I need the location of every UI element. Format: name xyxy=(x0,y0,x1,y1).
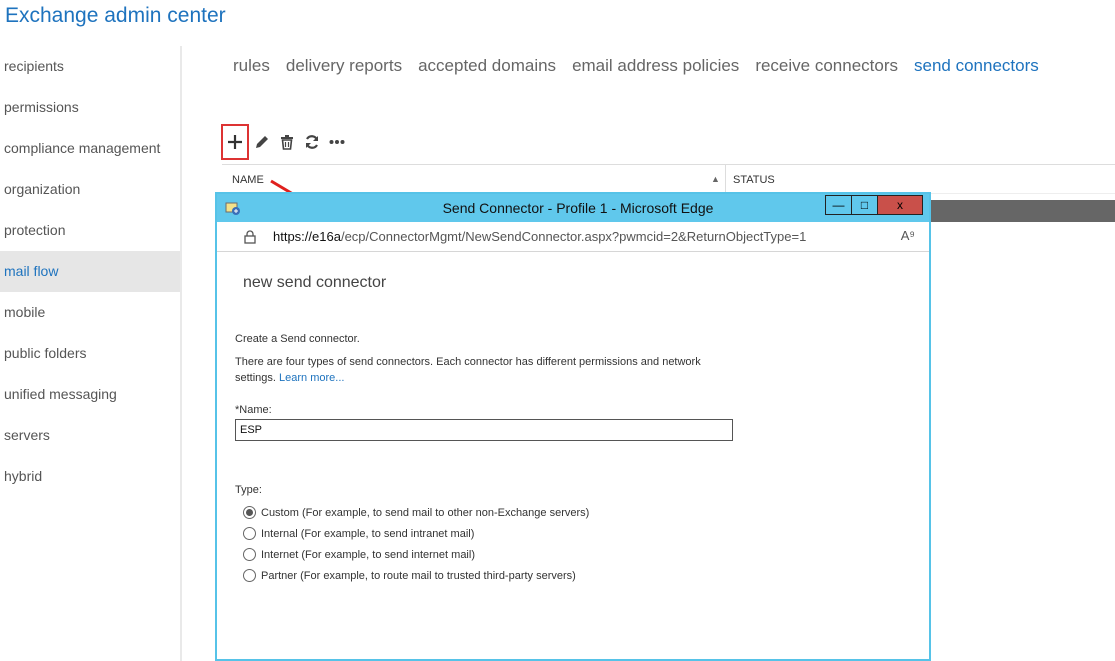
description-intro: Create a Send connector. xyxy=(235,333,360,345)
type-option-internal[interactable]: Internal (For example, to send intranet … xyxy=(243,527,474,540)
maximize-button[interactable]: □ xyxy=(851,195,878,215)
window-title: Send Connector - Profile 1 - Microsoft E… xyxy=(442,200,714,216)
radio-internal[interactable] xyxy=(243,527,256,540)
sidebar-item-permissions[interactable]: permissions xyxy=(0,87,180,128)
column-header-status[interactable]: STATUS xyxy=(733,174,775,186)
type-label: Type: xyxy=(235,484,262,496)
sidebar-item-organization[interactable]: organization xyxy=(0,169,180,210)
tab-receive-connectors[interactable]: receive connectors xyxy=(755,56,898,76)
type-option-custom[interactable]: Custom (For example, to send mail to oth… xyxy=(243,506,589,519)
page-heading: new send connector xyxy=(243,274,387,291)
tab-accepted-domains[interactable]: accepted domains xyxy=(418,56,556,76)
sidebar-item-protection[interactable]: protection xyxy=(0,210,180,251)
url-text[interactable]: https://e16a/ecp/ConnectorMgmt/NewSendCo… xyxy=(273,229,806,244)
address-bar[interactable]: https://e16a/ecp/ConnectorMgmt/NewSendCo… xyxy=(217,222,929,252)
minimize-button[interactable]: — xyxy=(825,195,852,215)
sidebar-item-unified-messaging[interactable]: unified messaging xyxy=(0,374,180,415)
sidebar-item-mobile[interactable]: mobile xyxy=(0,292,180,333)
type-option-internet[interactable]: Internet (For example, to send internet … xyxy=(243,548,475,561)
refresh-button[interactable] xyxy=(299,124,324,160)
delete-button[interactable] xyxy=(274,124,299,160)
sidebar-item-hybrid[interactable]: hybrid xyxy=(0,456,180,497)
sidebar-item-public-folders[interactable]: public folders xyxy=(0,333,180,374)
type-option-label: Custom (For example, to send mail to oth… xyxy=(261,506,590,519)
sidebar-item-recipients[interactable]: recipients xyxy=(0,46,180,87)
radio-internet[interactable] xyxy=(243,548,256,561)
url-host: https://e16a xyxy=(273,229,341,244)
more-icon xyxy=(329,140,344,144)
type-option-label: Partner (For example, to route mail to t… xyxy=(261,569,576,582)
edit-icon xyxy=(255,136,268,148)
app-title: Exchange admin center xyxy=(5,4,226,27)
toolbar xyxy=(221,124,349,160)
selected-row-highlight[interactable] xyxy=(928,200,1115,222)
url-path: /ecp/ConnectorMgmt/NewSendConnector.aspx… xyxy=(340,229,807,244)
tab-email-address-policies[interactable]: email address policies xyxy=(572,56,739,76)
delete-icon xyxy=(280,135,293,150)
send-connector-window: Send Connector - Profile 1 - Microsoft E… xyxy=(215,192,931,661)
name-label: *Name: xyxy=(235,404,272,416)
radio-partner[interactable] xyxy=(243,569,256,582)
type-option-partner[interactable]: Partner (For example, to route mail to t… xyxy=(243,569,576,582)
window-titlebar[interactable]: Send Connector - Profile 1 - Microsoft E… xyxy=(217,194,929,222)
sidebar-item-compliance-management[interactable]: compliance management xyxy=(0,128,180,169)
learn-more-link[interactable]: Learn more... xyxy=(279,372,344,384)
add-icon xyxy=(228,135,242,149)
grid-header: NAME ▲ STATUS xyxy=(222,164,1115,195)
refresh-icon xyxy=(305,135,318,149)
window-controls: — □ x xyxy=(825,195,923,215)
lock-icon xyxy=(244,230,256,244)
column-header-name[interactable]: NAME xyxy=(232,174,264,186)
sidebar: recipients permissions compliance manage… xyxy=(0,46,182,661)
sidebar-item-mail-flow[interactable]: mail flow xyxy=(0,251,180,292)
column-divider xyxy=(725,165,726,195)
tab-delivery-reports[interactable]: delivery reports xyxy=(286,56,402,76)
more-button[interactable] xyxy=(324,124,349,160)
tab-rules[interactable]: rules xyxy=(233,56,270,76)
sort-ascending-icon[interactable]: ▲ xyxy=(711,174,720,184)
edit-button[interactable] xyxy=(249,124,274,160)
radio-custom[interactable] xyxy=(243,506,256,519)
sidebar-item-servers[interactable]: servers xyxy=(0,415,180,456)
tab-send-connectors[interactable]: send connectors xyxy=(914,56,1039,76)
type-option-label: Internal (For example, to send intranet … xyxy=(261,527,475,540)
add-button[interactable] xyxy=(221,124,249,160)
read-aloud-icon[interactable]: A⁹ xyxy=(901,228,915,243)
type-option-label: Internet (For example, to send internet … xyxy=(261,548,475,561)
close-button[interactable]: x xyxy=(877,195,923,215)
mail-flow-tabs: rules delivery reports accepted domains … xyxy=(233,56,1039,76)
description-detail: There are four types of send connectors.… xyxy=(235,354,715,386)
name-input[interactable]: ESP xyxy=(235,419,733,441)
